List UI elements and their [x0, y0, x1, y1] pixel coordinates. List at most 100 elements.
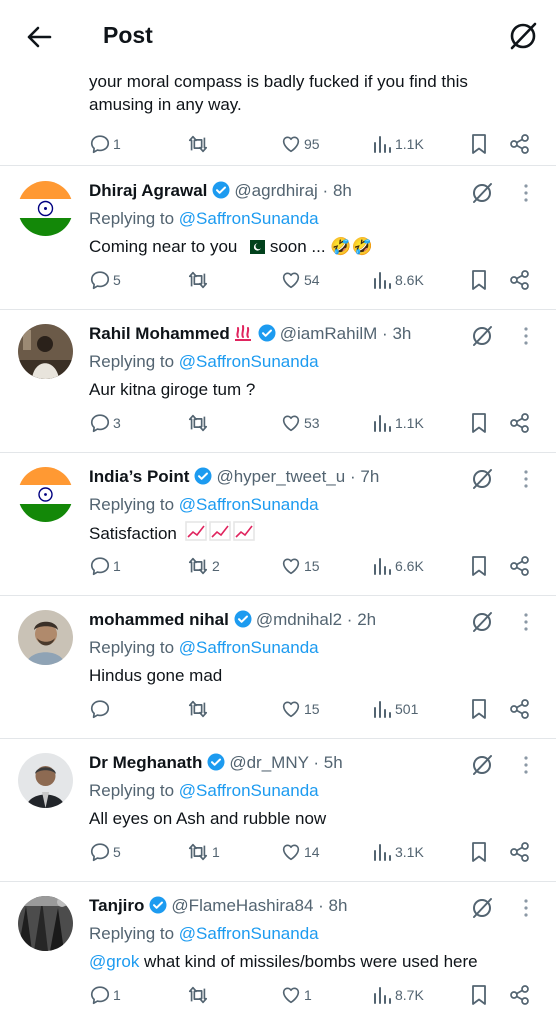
- reply-item[interactable]: India’s Point @hyper_tweet_u · 7h Replyin…: [0, 453, 556, 596]
- views-button[interactable]: 6.6K: [373, 554, 424, 578]
- more-options-icon[interactable]: [516, 751, 536, 779]
- like-button[interactable]: 15: [280, 554, 320, 578]
- repost-button[interactable]: [186, 697, 212, 721]
- display-name[interactable]: Dhiraj Agrawal: [89, 181, 207, 200]
- share-button[interactable]: [509, 268, 531, 292]
- avatar[interactable]: [18, 896, 73, 951]
- avatar[interactable]: [18, 610, 73, 665]
- like-button[interactable]: 95: [280, 132, 320, 156]
- bookmark-button[interactable]: [470, 132, 488, 156]
- replying-to-handle[interactable]: @SaffronSunanda: [179, 352, 319, 371]
- timestamp[interactable]: 5h: [324, 753, 343, 772]
- heart-icon: [282, 272, 300, 289]
- more-options-icon[interactable]: [516, 322, 536, 350]
- bookmark-button[interactable]: [470, 840, 488, 864]
- timestamp[interactable]: 8h: [329, 896, 348, 915]
- more-options-icon[interactable]: [516, 608, 536, 636]
- replying-to-handle[interactable]: @SaffronSunanda: [179, 209, 319, 228]
- replying-to-handle[interactable]: @SaffronSunanda: [179, 924, 319, 943]
- user-handle[interactable]: @dr_MNY: [229, 753, 308, 772]
- bookmark-button[interactable]: [470, 268, 488, 292]
- repost-button[interactable]: 2: [186, 554, 220, 578]
- timestamp[interactable]: 3h: [392, 324, 411, 343]
- replying-to-handle[interactable]: @SaffronSunanda: [179, 495, 319, 514]
- share-button[interactable]: [509, 411, 531, 435]
- grok-mention[interactable]: @grok: [89, 952, 139, 971]
- grok-icon[interactable]: [468, 322, 496, 350]
- views-button[interactable]: 8.6K: [373, 268, 424, 292]
- reply-icon: [90, 843, 110, 862]
- views-count: 6.6K: [395, 558, 424, 574]
- user-handle[interactable]: @agrdhiraj: [234, 181, 317, 200]
- grok-icon[interactable]: [468, 751, 496, 779]
- display-name[interactable]: India’s Point: [89, 467, 189, 486]
- display-name[interactable]: mohammed nihal: [89, 610, 229, 629]
- grok-icon[interactable]: [468, 608, 496, 636]
- reply-item[interactable]: Dhiraj Agrawal @agrdhiraj · 8h Replying t…: [0, 167, 556, 310]
- like-button[interactable]: 15: [280, 697, 320, 721]
- reply-button[interactable]: 1: [89, 554, 121, 578]
- grok-icon[interactable]: [468, 465, 496, 493]
- repost-button[interactable]: 1: [186, 840, 220, 864]
- more-options-icon[interactable]: [516, 179, 536, 207]
- reply-button[interactable]: 5: [89, 268, 121, 292]
- bookmark-button[interactable]: [470, 697, 488, 721]
- views-button[interactable]: 1.1K: [373, 132, 424, 156]
- avatar[interactable]: [18, 467, 73, 522]
- reply-button[interactable]: 1: [89, 132, 121, 156]
- share-button[interactable]: [509, 554, 531, 578]
- bookmark-button[interactable]: [470, 983, 488, 1007]
- reply-button[interactable]: 1: [89, 983, 121, 1007]
- share-button[interactable]: [509, 840, 531, 864]
- bookmark-button[interactable]: [470, 411, 488, 435]
- avatar[interactable]: [18, 324, 73, 379]
- like-button[interactable]: 14: [280, 840, 320, 864]
- timestamp[interactable]: 2h: [357, 610, 376, 629]
- more-options-icon[interactable]: [516, 465, 536, 493]
- bookmark-icon: [472, 556, 486, 576]
- avatar[interactable]: [18, 181, 73, 236]
- like-button[interactable]: 1: [280, 983, 312, 1007]
- like-button[interactable]: 54: [280, 268, 320, 292]
- reply-item[interactable]: Rahil Mohammed @iamRahilM · 3h Replying t…: [0, 310, 556, 453]
- reply-item[interactable]: Tanjiro @FlameHashira84 · 8h Replying to …: [0, 882, 556, 1024]
- views-button[interactable]: 501: [373, 697, 418, 721]
- reply-item[interactable]: mohammed nihal @mdnihal2 · 2h Replying to…: [0, 596, 556, 739]
- repost-button[interactable]: [186, 411, 212, 435]
- share-button[interactable]: [509, 983, 531, 1007]
- share-button[interactable]: [509, 697, 531, 721]
- reply-button[interactable]: 3: [89, 411, 121, 435]
- avatar[interactable]: [18, 753, 73, 808]
- user-handle[interactable]: @FlameHashira84: [171, 896, 313, 915]
- replying-to-handle[interactable]: @SaffronSunanda: [179, 638, 319, 657]
- display-name[interactable]: Rahil Mohammed: [89, 324, 230, 343]
- user-handle[interactable]: @mdnihal2: [256, 610, 342, 629]
- repost-button[interactable]: [186, 132, 212, 156]
- views-button[interactable]: 3.1K: [373, 840, 424, 864]
- display-name[interactable]: Tanjiro: [89, 896, 144, 915]
- reply-icon: [90, 986, 110, 1005]
- timestamp[interactable]: 8h: [333, 181, 352, 200]
- views-button[interactable]: 1.1K: [373, 411, 424, 435]
- replying-to-handle[interactable]: @SaffronSunanda: [179, 781, 319, 800]
- grok-icon[interactable]: [468, 179, 496, 207]
- like-button[interactable]: 53: [280, 411, 320, 435]
- user-handle[interactable]: @iamRahilM: [280, 324, 378, 343]
- bookmark-button[interactable]: [470, 554, 488, 578]
- timestamp[interactable]: 7h: [360, 467, 379, 486]
- more-options-icon[interactable]: [516, 894, 536, 922]
- action-bar: 1 1 8.7K: [0, 983, 556, 1007]
- share-button[interactable]: [509, 132, 531, 156]
- repost-button[interactable]: [186, 983, 212, 1007]
- grok-icon[interactable]: [505, 18, 541, 54]
- display-name[interactable]: Dr Meghanath: [89, 753, 202, 772]
- reply-text-start: Coming near to you: [89, 237, 238, 256]
- reply-button[interactable]: 5: [89, 840, 121, 864]
- user-handle[interactable]: @hyper_tweet_u: [216, 467, 345, 486]
- views-button[interactable]: 8.7K: [373, 983, 424, 1007]
- reply-button[interactable]: [89, 697, 113, 721]
- back-arrow-icon[interactable]: [22, 20, 56, 54]
- reply-item[interactable]: Dr Meghanath @dr_MNY · 5h Replying to @Sa…: [0, 739, 556, 882]
- grok-icon[interactable]: [468, 894, 496, 922]
- repost-button[interactable]: [186, 268, 212, 292]
